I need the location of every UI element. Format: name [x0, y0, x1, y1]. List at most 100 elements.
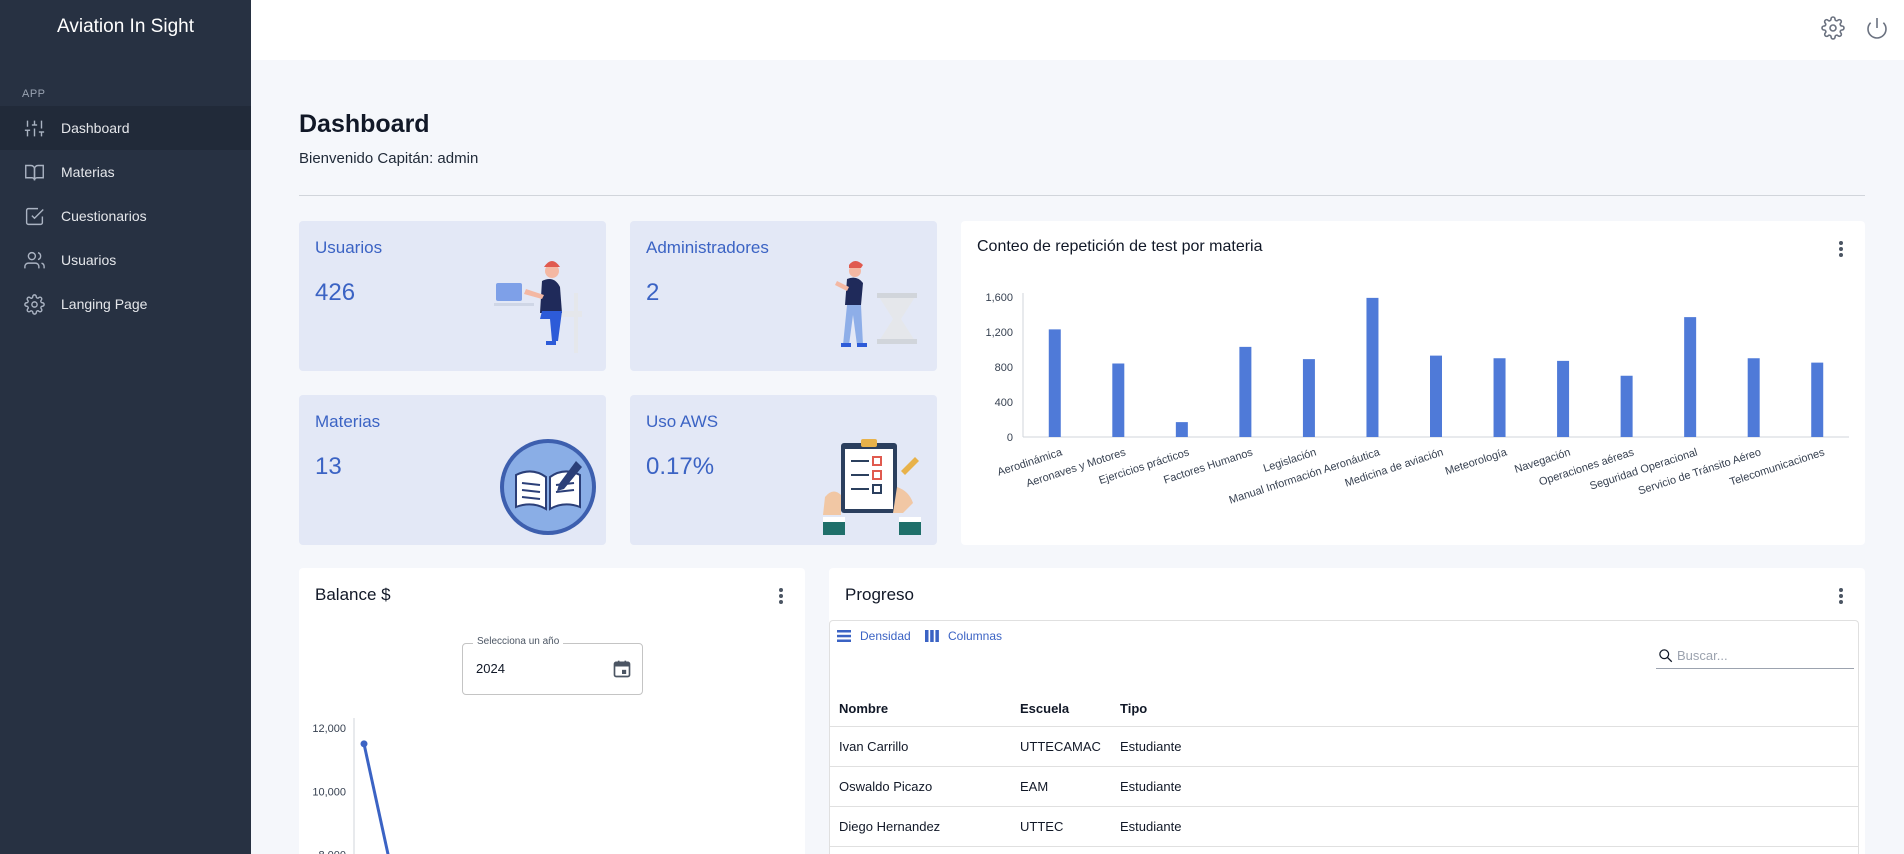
bar [1239, 346, 1252, 437]
stat-title: Materias [315, 412, 381, 431]
bar [1811, 362, 1824, 437]
balance-line-chart: 12,000 10,000 8,000 [312, 718, 390, 854]
search-icon [1659, 649, 1673, 663]
repetition-bar-chart: 04008001,2001,600AerodinámicaAeronaves y… [985, 292, 1849, 507]
stat-card-materias: Materias 13 [299, 395, 606, 545]
sidebar-item-label: Usuarios [61, 252, 117, 268]
sidebar-item-label: Langing Page [61, 296, 148, 312]
stat-card-administradores: Administradores 2 [630, 221, 937, 371]
columns-icon [925, 630, 939, 642]
table-search [1656, 643, 1854, 669]
density-label: Densidad [860, 629, 911, 643]
bar [1747, 358, 1760, 437]
table-header: Nombre Escuela Tipo [830, 691, 1858, 727]
cell-tipo: Estudiante [1120, 819, 1182, 834]
bar [1684, 317, 1697, 437]
density-button[interactable]: Densidad [836, 628, 911, 644]
stat-value: 0.17% [646, 453, 715, 480]
bar [1557, 360, 1570, 437]
app-title: Aviation In Sight [57, 16, 194, 37]
book-icon [25, 164, 44, 181]
divider [299, 195, 1865, 196]
sidebar-item-label: Dashboard [61, 120, 130, 136]
cell-nombre: Ivan Carrillo [839, 739, 909, 754]
cell-escuela: UTTECAMAC [1020, 739, 1101, 754]
cell-nombre: Diego Hernandez [839, 819, 941, 834]
bar [1493, 358, 1506, 437]
sidebar-item-label: Cuestionarios [61, 208, 147, 224]
sidebar-item-landing-page[interactable]: Langing Page [0, 282, 251, 326]
dot-icon [1839, 600, 1843, 604]
data-point [360, 740, 368, 748]
stat-value: 2 [646, 279, 660, 306]
sidebar-item-cuestionarios[interactable]: Cuestionarios [0, 194, 251, 238]
person-at-laptop-illustration [494, 261, 582, 353]
bar [1620, 375, 1633, 437]
column-header-escuela[interactable]: Escuela [1020, 701, 1069, 716]
y-tick-label: 8,000 [318, 850, 346, 854]
more-options-button[interactable] [1831, 586, 1851, 606]
table-row[interactable]: Diego Hernandez UTTEC Estudiante [830, 807, 1858, 847]
clipboard-checklist-illustration [823, 439, 921, 535]
logout-button[interactable] [1865, 16, 1889, 40]
stat-title: Usuarios [315, 238, 383, 257]
y-tick-label: 12,000 [312, 723, 346, 735]
topbar [251, 0, 1904, 60]
y-tick-label: 1,600 [985, 292, 1013, 304]
stat-value: 426 [315, 279, 356, 306]
cell-escuela: EAM [1020, 779, 1049, 794]
y-tick-label: 800 [995, 362, 1013, 374]
bar [1175, 422, 1188, 437]
bar [1112, 363, 1125, 437]
stat-card-usuarios: Usuarios 426 [299, 221, 606, 371]
y-tick-label: 0 [1007, 432, 1013, 444]
progress-title: Progreso [845, 585, 914, 604]
sliders-icon [24, 120, 45, 136]
sidebar-nav: Dashboard Materias Cuestionarios Usuario… [0, 106, 251, 326]
sidebar: Aviation In Sight APP Dashboard Materias… [0, 0, 251, 854]
repetition-chart-panel: Conteo de repetición de test por materia… [961, 221, 1865, 545]
cell-tipo: Estudiante [1120, 739, 1182, 754]
bar [1048, 329, 1061, 437]
page-title: Dashboard [299, 110, 430, 138]
density-icon [837, 630, 851, 642]
progress-panel: Progreso Densidad Columnas Nombre Escuel… [829, 568, 1865, 854]
column-header-nombre[interactable]: Nombre [839, 701, 888, 716]
gear-icon [1821, 16, 1845, 40]
sidebar-item-dashboard[interactable]: Dashboard [0, 106, 251, 150]
person-with-hourglass-illustration [835, 261, 917, 347]
stat-title: Uso AWS [646, 412, 719, 431]
columns-label: Columnas [948, 629, 1003, 643]
bar [1302, 359, 1315, 437]
y-tick-label: 10,000 [312, 786, 346, 798]
sidebar-item-usuarios[interactable]: Usuarios [0, 238, 251, 282]
sidebar-section-label: APP [22, 88, 46, 100]
progress-table: Densidad Columnas Nombre Escuela Tipo Iv… [829, 620, 1859, 854]
stat-card-uso-aws: Uso AWS 0.17% [630, 395, 937, 545]
column-header-tipo[interactable]: Tipo [1120, 701, 1147, 716]
search-input[interactable] [1677, 648, 1847, 663]
x-tick-label: Meteorología [1444, 446, 1510, 478]
dot-icon [1839, 594, 1843, 598]
columns-button[interactable]: Columnas [924, 628, 1002, 644]
checkbox-icon [25, 207, 44, 225]
cell-tipo: Estudiante [1120, 779, 1182, 794]
sidebar-item-label: Materias [61, 164, 115, 180]
settings-button[interactable] [1821, 16, 1845, 40]
sidebar-item-materias[interactable]: Materias [0, 150, 251, 194]
bar [1430, 355, 1442, 437]
cell-escuela: UTTEC [1020, 819, 1064, 834]
users-icon [24, 251, 45, 268]
open-book-circle-illustration [500, 439, 596, 535]
table-row[interactable]: Ivan Carrillo UTTECAMAC Estudiante [830, 727, 1858, 767]
cell-nombre: Oswaldo Picazo [839, 779, 933, 794]
power-icon [1867, 18, 1887, 39]
balance-panel: Balance $ Selecciona un año 2024 12,000 1… [299, 568, 805, 854]
table-row[interactable]: Oswaldo Picazo EAM Estudiante [830, 767, 1858, 807]
bar [1366, 297, 1379, 437]
stat-title: Administradores [646, 238, 769, 257]
welcome-text: Bienvenido Capitán: admin [299, 150, 479, 167]
series-line [362, 743, 390, 854]
dot-icon [1839, 588, 1843, 592]
y-tick-label: 1,200 [985, 327, 1013, 339]
